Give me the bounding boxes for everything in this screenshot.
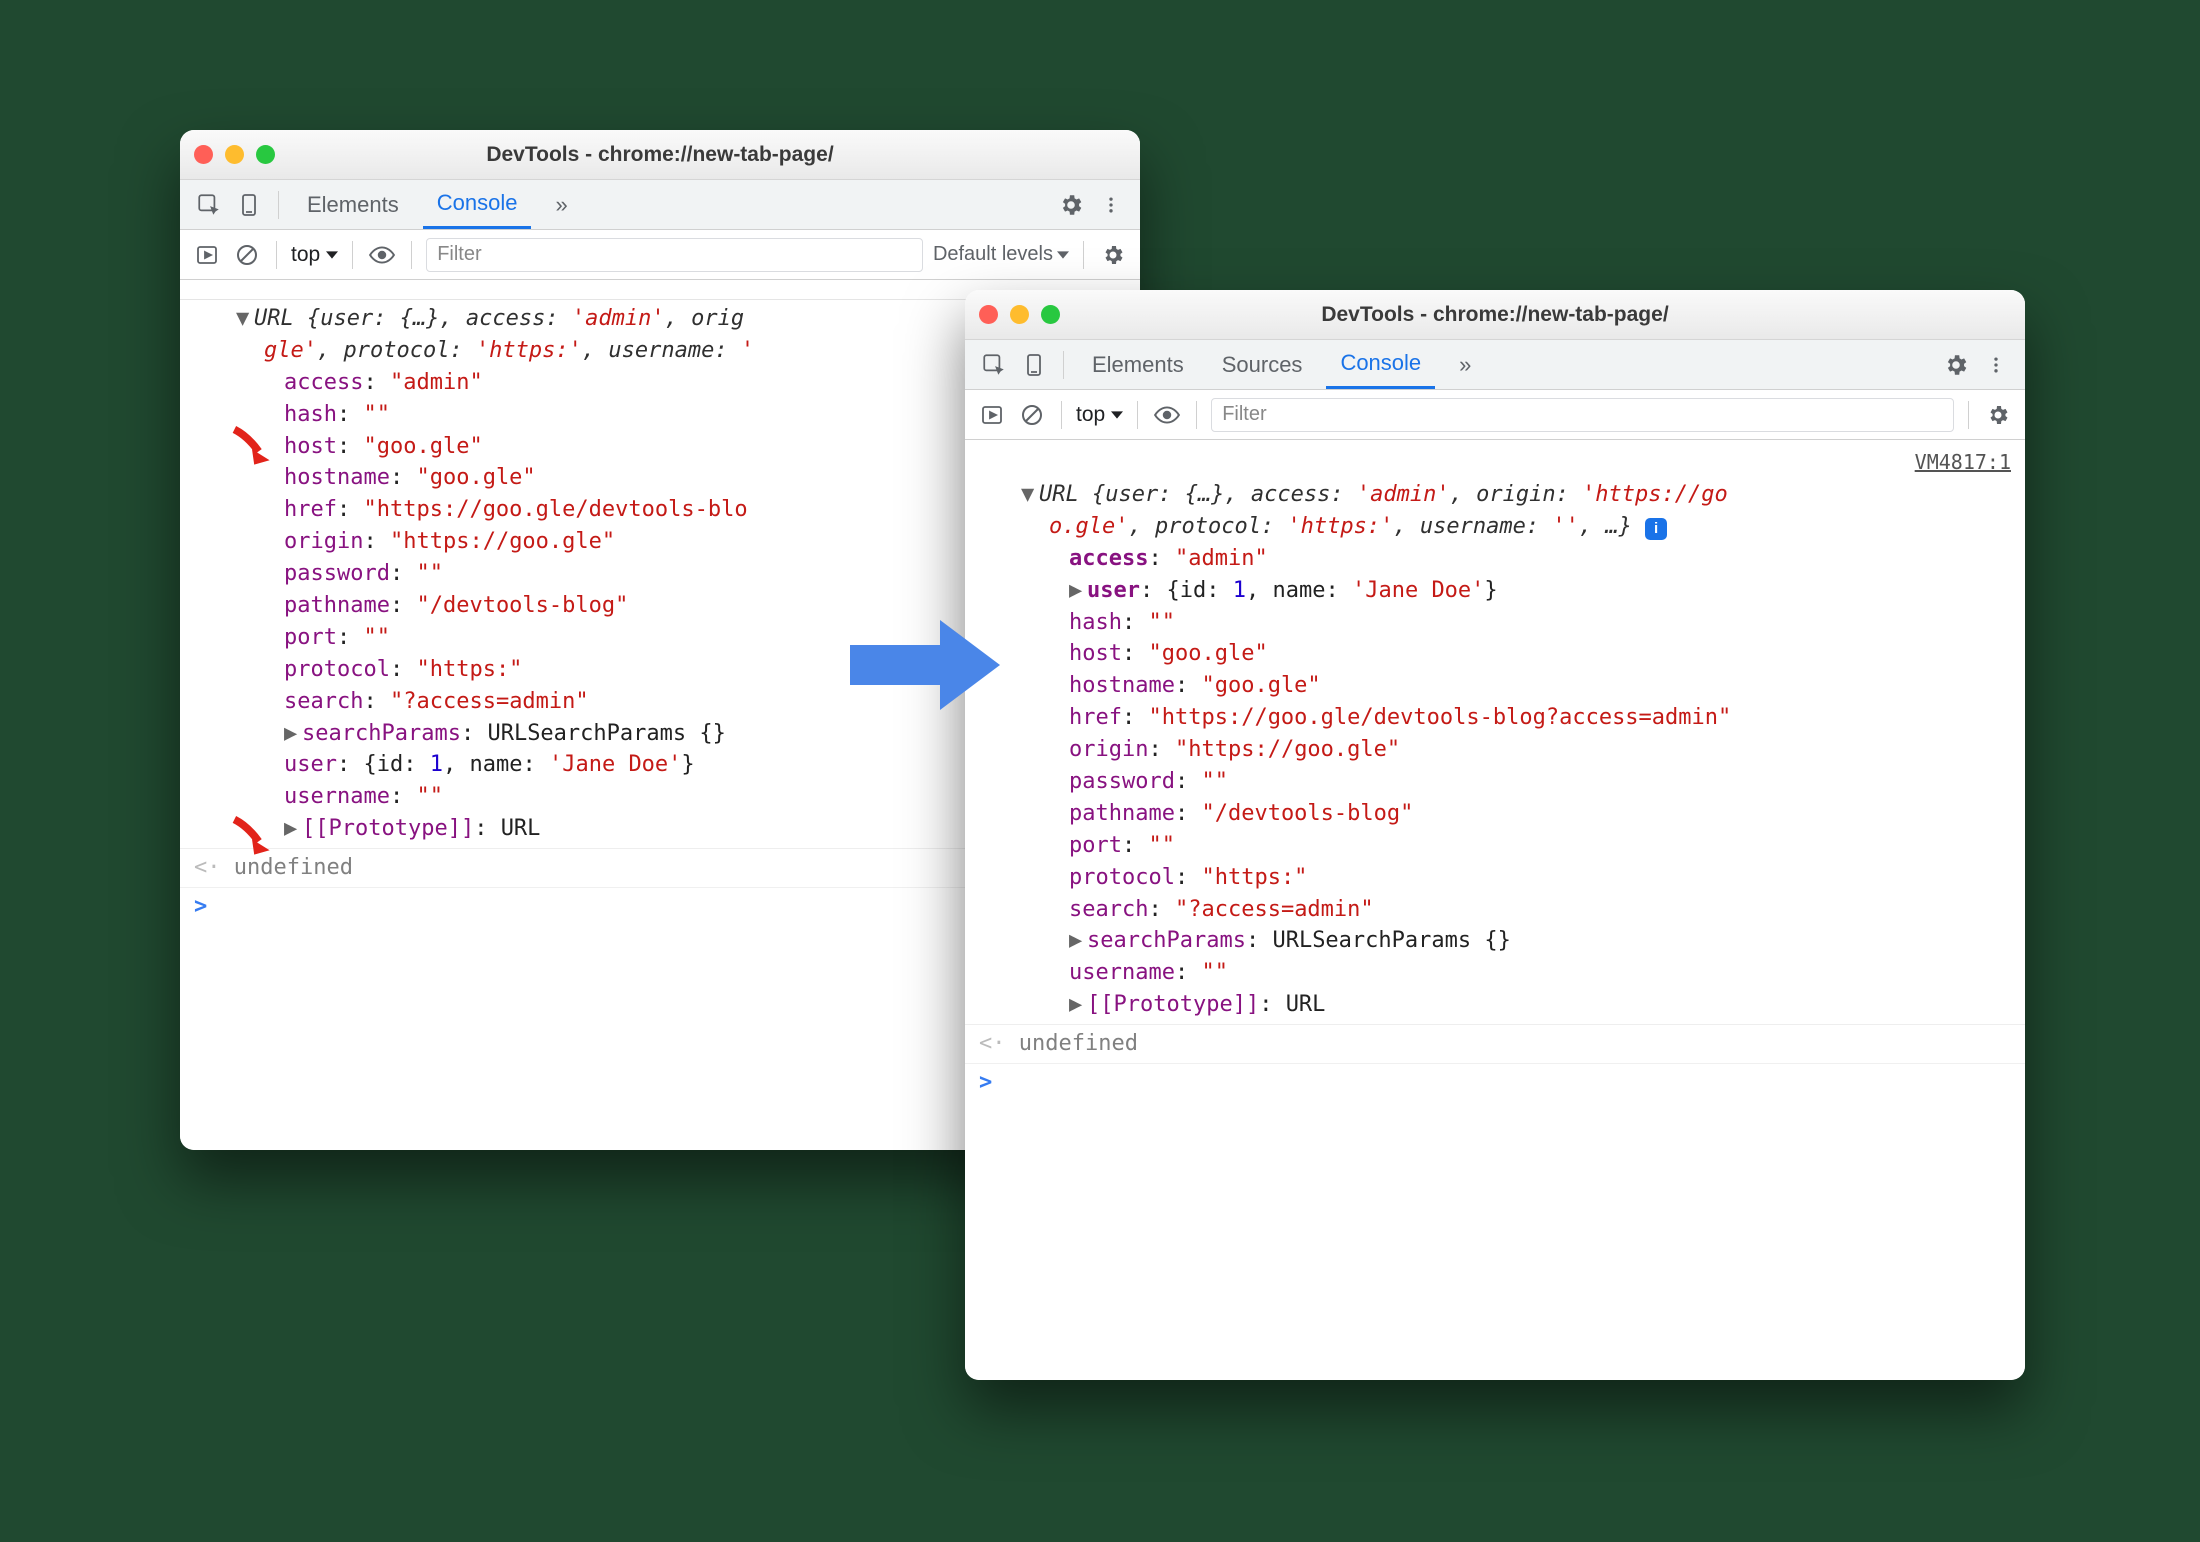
- inspect-icon[interactable]: [979, 350, 1009, 380]
- console-subbar: top Filter: [965, 390, 2025, 440]
- eye-icon[interactable]: [1152, 400, 1182, 430]
- tab-elements[interactable]: Elements: [1078, 340, 1198, 389]
- prop-username[interactable]: username: "": [979, 957, 2011, 989]
- sidebar-toggle-icon[interactable]: [192, 240, 222, 270]
- close-icon[interactable]: [979, 305, 998, 324]
- return-arrow-icon: <·: [194, 855, 221, 880]
- tab-elements[interactable]: Elements: [293, 180, 413, 229]
- log-levels-dropdown[interactable]: Default levels: [933, 243, 1069, 266]
- prop-user[interactable]: ▶user: {id: 1, name: 'Jane Doe'}: [979, 575, 2011, 607]
- divider: [1196, 401, 1197, 429]
- sidebar-toggle-icon[interactable]: [977, 400, 1007, 430]
- console-subbar: top Filter Default levels: [180, 230, 1140, 280]
- prompt-row[interactable]: >: [965, 1064, 2025, 1102]
- transition-arrow-icon: [850, 610, 1000, 710]
- prompt-icon: >: [979, 1070, 992, 1095]
- prop-search[interactable]: search: "?access=admin": [979, 894, 2011, 926]
- prop-href[interactable]: href: "https://goo.gle/devtools-blog?acc…: [979, 702, 2011, 734]
- object-summary[interactable]: ▼URL {user: {…}, access: 'admin', origin…: [965, 477, 2025, 1024]
- annotation-arrow-icon: [230, 425, 270, 465]
- prop-password[interactable]: password: "": [979, 766, 2011, 798]
- expand-icon[interactable]: ▶: [284, 718, 298, 750]
- devtools-tabbar: Elements Console »: [180, 180, 1140, 230]
- filter-placeholder: Filter: [437, 243, 481, 266]
- prop-origin[interactable]: origin: "https://goo.gle": [979, 734, 2011, 766]
- inspect-icon[interactable]: [194, 190, 224, 220]
- divider: [1063, 351, 1064, 379]
- expand-icon[interactable]: ▶: [284, 813, 298, 845]
- tab-console[interactable]: Console: [1326, 340, 1435, 389]
- gear-icon[interactable]: [1098, 240, 1128, 270]
- clear-console-icon[interactable]: [1017, 400, 1047, 430]
- prop-host[interactable]: host: "goo.gle": [979, 638, 2011, 670]
- device-icon[interactable]: [234, 190, 264, 220]
- close-icon[interactable]: [194, 145, 213, 164]
- tab-more[interactable]: »: [1445, 340, 1485, 389]
- divider: [276, 241, 277, 269]
- return-row: <· undefined: [965, 1024, 2025, 1064]
- filter-input[interactable]: Filter: [1211, 398, 1954, 432]
- divider: [411, 241, 412, 269]
- divider: [278, 191, 279, 219]
- expand-icon[interactable]: ▶: [1069, 575, 1083, 607]
- gear-icon[interactable]: [1941, 350, 1971, 380]
- kebab-icon[interactable]: [1981, 350, 2011, 380]
- expand-icon[interactable]: ▶: [1069, 925, 1083, 957]
- window-title: DevTools - chrome://new-tab-page/: [965, 303, 2025, 327]
- prop-protocol[interactable]: protocol: "https:": [979, 862, 2011, 894]
- context-selector[interactable]: top: [291, 243, 338, 267]
- clear-console-icon[interactable]: [232, 240, 262, 270]
- eye-icon[interactable]: [367, 240, 397, 270]
- zoom-icon[interactable]: [256, 145, 275, 164]
- filter-placeholder: Filter: [1222, 403, 1266, 426]
- traffic-lights: [194, 145, 275, 164]
- traffic-lights: [979, 305, 1060, 324]
- prop-access[interactable]: access: "admin": [979, 543, 2011, 575]
- zoom-icon[interactable]: [1041, 305, 1060, 324]
- expand-icon[interactable]: ▶: [1069, 989, 1083, 1021]
- tab-console[interactable]: Console: [423, 180, 532, 229]
- divider: [1083, 241, 1084, 269]
- tab-sources[interactable]: Sources: [1208, 340, 1317, 389]
- prop-prototype[interactable]: ▶[[Prototype]]: URL: [979, 989, 2011, 1021]
- filter-input[interactable]: Filter: [426, 238, 923, 272]
- minimize-icon[interactable]: [225, 145, 244, 164]
- prop-pathname[interactable]: pathname: "/devtools-blog": [979, 798, 2011, 830]
- divider: [1061, 401, 1062, 429]
- titlebar[interactable]: DevTools - chrome://new-tab-page/: [965, 290, 2025, 340]
- device-icon[interactable]: [1019, 350, 1049, 380]
- devtools-window-right: DevTools - chrome://new-tab-page/ Elemen…: [965, 290, 2025, 1380]
- source-link[interactable]: VM4817:1: [1915, 448, 2011, 477]
- context-selector[interactable]: top: [1076, 403, 1123, 427]
- titlebar[interactable]: DevTools - chrome://new-tab-page/: [180, 130, 1140, 180]
- minimize-icon[interactable]: [1010, 305, 1029, 324]
- collapse-icon[interactable]: ▼: [236, 303, 250, 335]
- divider: [1968, 401, 1969, 429]
- prop-port[interactable]: port: "": [979, 830, 2011, 862]
- info-badge-icon[interactable]: i: [1645, 518, 1667, 540]
- gear-icon[interactable]: [1056, 190, 1086, 220]
- gear-icon[interactable]: [1983, 400, 2013, 430]
- tab-more[interactable]: »: [541, 180, 581, 229]
- devtools-tabbar: Elements Sources Console »: [965, 340, 2025, 390]
- return-arrow-icon: <·: [979, 1031, 1006, 1056]
- prop-searchparams[interactable]: ▶searchParams: URLSearchParams {}: [979, 925, 2011, 957]
- undefined-value: undefined: [1019, 1031, 1138, 1056]
- prop-hash[interactable]: hash: "": [979, 607, 2011, 639]
- console-output: VM4817:1 ▼URL {user: {…}, access: 'admin…: [965, 440, 2025, 1380]
- prompt-icon: >: [194, 894, 207, 919]
- kebab-icon[interactable]: [1096, 190, 1126, 220]
- collapse-icon[interactable]: ▼: [1021, 479, 1035, 511]
- annotation-arrow-icon: [230, 815, 270, 855]
- divider: [352, 241, 353, 269]
- prop-hostname[interactable]: hostname: "goo.gle": [979, 670, 2011, 702]
- window-title: DevTools - chrome://new-tab-page/: [180, 143, 1140, 167]
- divider: [1137, 401, 1138, 429]
